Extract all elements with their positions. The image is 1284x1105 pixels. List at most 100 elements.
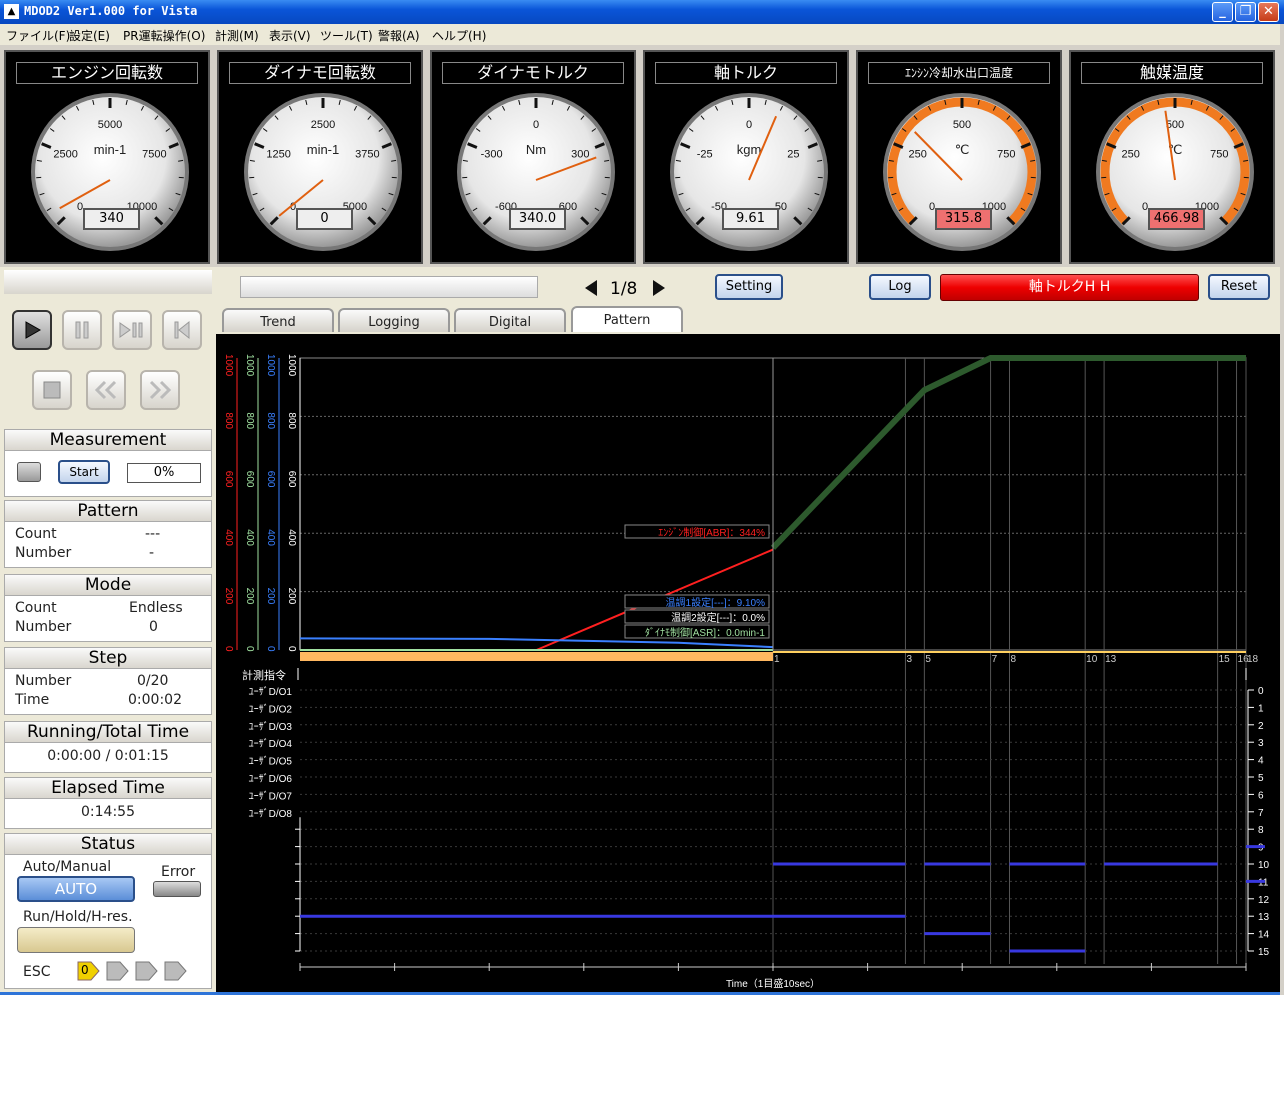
play-button[interactable] [12,310,52,350]
step-play-pause-icon [119,322,143,338]
cursor-label: ﾀﾞｲﾅﾓ制御[ASR]：0.0min-1 [645,626,765,639]
step-number-value: 0/20 [137,673,169,689]
esc-value: 0 [81,963,89,977]
y-tick-label: 800 [244,412,255,429]
y-tick-label: 400 [223,529,234,546]
gauge-tick-label: 2500 [311,119,335,131]
y-tick-label: 600 [223,471,234,488]
esc-indicator-0: 0 [77,961,101,981]
gauge-unit: min-1 [94,142,127,157]
pattern-chart-svg: 1000800600400200010008006004002000100080… [223,354,1270,990]
y-tick-label: 1000 [286,354,297,377]
pattern-progress-bar [240,276,538,298]
tab-pattern[interactable]: Pattern [571,306,683,332]
prev-page-icon[interactable] [584,279,598,297]
step-marker-label: 13 [1105,654,1117,665]
fast-forward-button[interactable] [140,370,180,410]
step-marker-label: 1 [774,654,780,665]
mode-body: Count Endless Number 0 [4,596,212,642]
gauge-readout: 315.8 [935,208,992,230]
menu-bar: ファイル(F) 設定(E) PR運転操作(O) 計測(M) 表示(V) ツール(… [0,24,1284,45]
right-tick-label: 3 [1258,738,1264,749]
pattern-number-value: - [149,545,155,561]
mode-header: Mode [4,574,212,596]
right-tick-label: 13 [1258,912,1270,923]
minimize-button[interactable]: _ [1212,2,1233,22]
y-tick-label: 1000 [244,354,255,377]
pattern-header: Pattern [4,500,212,522]
right-tick-label: 7 [1258,808,1264,819]
gauge-5: 触媒温度 0 250 500 750 1000 ℃ 466.98 [1069,50,1275,264]
maximize-button[interactable]: ❐ [1235,2,1256,22]
gauge-tick-label: 750 [1210,149,1228,161]
error-indicator [153,881,201,897]
step-time-value: 0:00:02 [128,692,182,708]
y-tick-label: 800 [265,412,276,429]
step-marker-label: 5 [925,654,931,665]
gauge-unit: Nm [526,142,546,157]
y-tick-label: 1000 [265,354,276,377]
run-hold-indicator[interactable] [17,927,135,953]
gauge-2: ダイナモトルク -600 -300 0 300 600 Nm 340.0 [430,50,636,264]
menu-measure[interactable]: 計測(M) [215,27,259,44]
play-icon [25,321,42,339]
y-tick-label: 200 [244,588,255,605]
mode-count-label: Count [15,600,57,616]
gauge-4: ｴﾝｼﾝ冷却水出口温度 0 250 500 750 1000 ℃ 315.8 [856,50,1062,264]
cursor-label: ｴﾝｼﾞﾝ制御[ABR]：344% [658,526,765,539]
rewind-button[interactable] [86,370,126,410]
step-number-label: Number [15,673,72,689]
elapsed-time-body: 0:14:55 [4,799,212,829]
cursor-label: 温調2設定[---]：0.0% [671,611,765,624]
next-page-icon[interactable] [652,279,666,297]
menu-tools[interactable]: ツール(T) [320,27,373,44]
skip-back-icon [174,320,190,340]
start-button[interactable]: Start [58,460,110,484]
menu-alarm[interactable]: 警報(A) [378,27,420,44]
y-tick-label: 400 [244,529,255,546]
y-tick-label: 0 [265,646,276,652]
tab-trend[interactable]: Trend [222,308,334,332]
gauge-panel: エンジン回転数 0 2500 5000 7500 10000 min-1 340 ダイナモ回転数… [0,45,1284,267]
title-bar: ▲ MDOD2 Ver1.000 for Vista _ ❐ ✕ [0,0,1284,24]
gauge-tick-label: -300 [481,149,503,161]
gauge-tick-label: 250 [908,149,926,161]
tab-logging[interactable]: Logging [338,308,450,332]
menu-view[interactable]: 表示(V) [269,27,311,44]
pause-button[interactable] [62,310,102,350]
error-label: Error [161,864,196,880]
gauge-tick-label: 2500 [53,149,77,161]
menu-pr-operation[interactable]: PR運転操作(O) [123,27,205,44]
status-strip [0,992,1280,995]
gauge-unit: min-1 [307,142,340,157]
auto-manual-button[interactable]: AUTO [17,876,135,902]
esc-label: ESC [23,964,51,980]
setting-button[interactable]: Setting [715,274,783,300]
gauge-tick-label: 0 [746,119,752,131]
do-row-label: ﾕｰｻﾞD/O6 [249,773,293,785]
gauge-title: 触媒温度 [1081,62,1263,84]
stop-button[interactable] [32,370,72,410]
do-row-label: ﾕｰｻﾞD/O4 [249,738,293,750]
y-tick-label: 0 [286,646,297,652]
menu-help[interactable]: ヘルプ(H) [432,27,486,44]
menu-file[interactable]: ファイル(F) [6,27,70,44]
gauge-tick-label: 500 [953,119,971,131]
log-button[interactable]: Log [869,274,931,300]
gauge-3: 軸トルク -50 -25 0 25 50 kgm 9.61 [643,50,849,264]
step-play-pause-button[interactable] [112,310,152,350]
run-hold-label: Run/Hold/H-res. [23,909,133,925]
skip-back-button[interactable] [162,310,202,350]
time-axis-label: Time（1目盛10sec） [726,977,820,990]
mode-number-value: 0 [149,619,158,635]
tab-digital[interactable]: Digital [454,308,566,332]
y-tick-label: 0 [223,646,234,652]
gauge-title: ダイナモ回転数 [229,62,411,84]
mode-count-value: Endless [129,600,183,616]
menu-settings[interactable]: 設定(E) [69,27,110,44]
gauge-tick-label: 250 [1121,149,1139,161]
close-button[interactable]: ✕ [1258,2,1279,22]
reset-button[interactable]: Reset [1208,274,1270,300]
alarm-banner[interactable]: 軸トルクH H [940,274,1199,301]
do-row-label: ﾕｰｻﾞD/O8 [249,808,293,820]
